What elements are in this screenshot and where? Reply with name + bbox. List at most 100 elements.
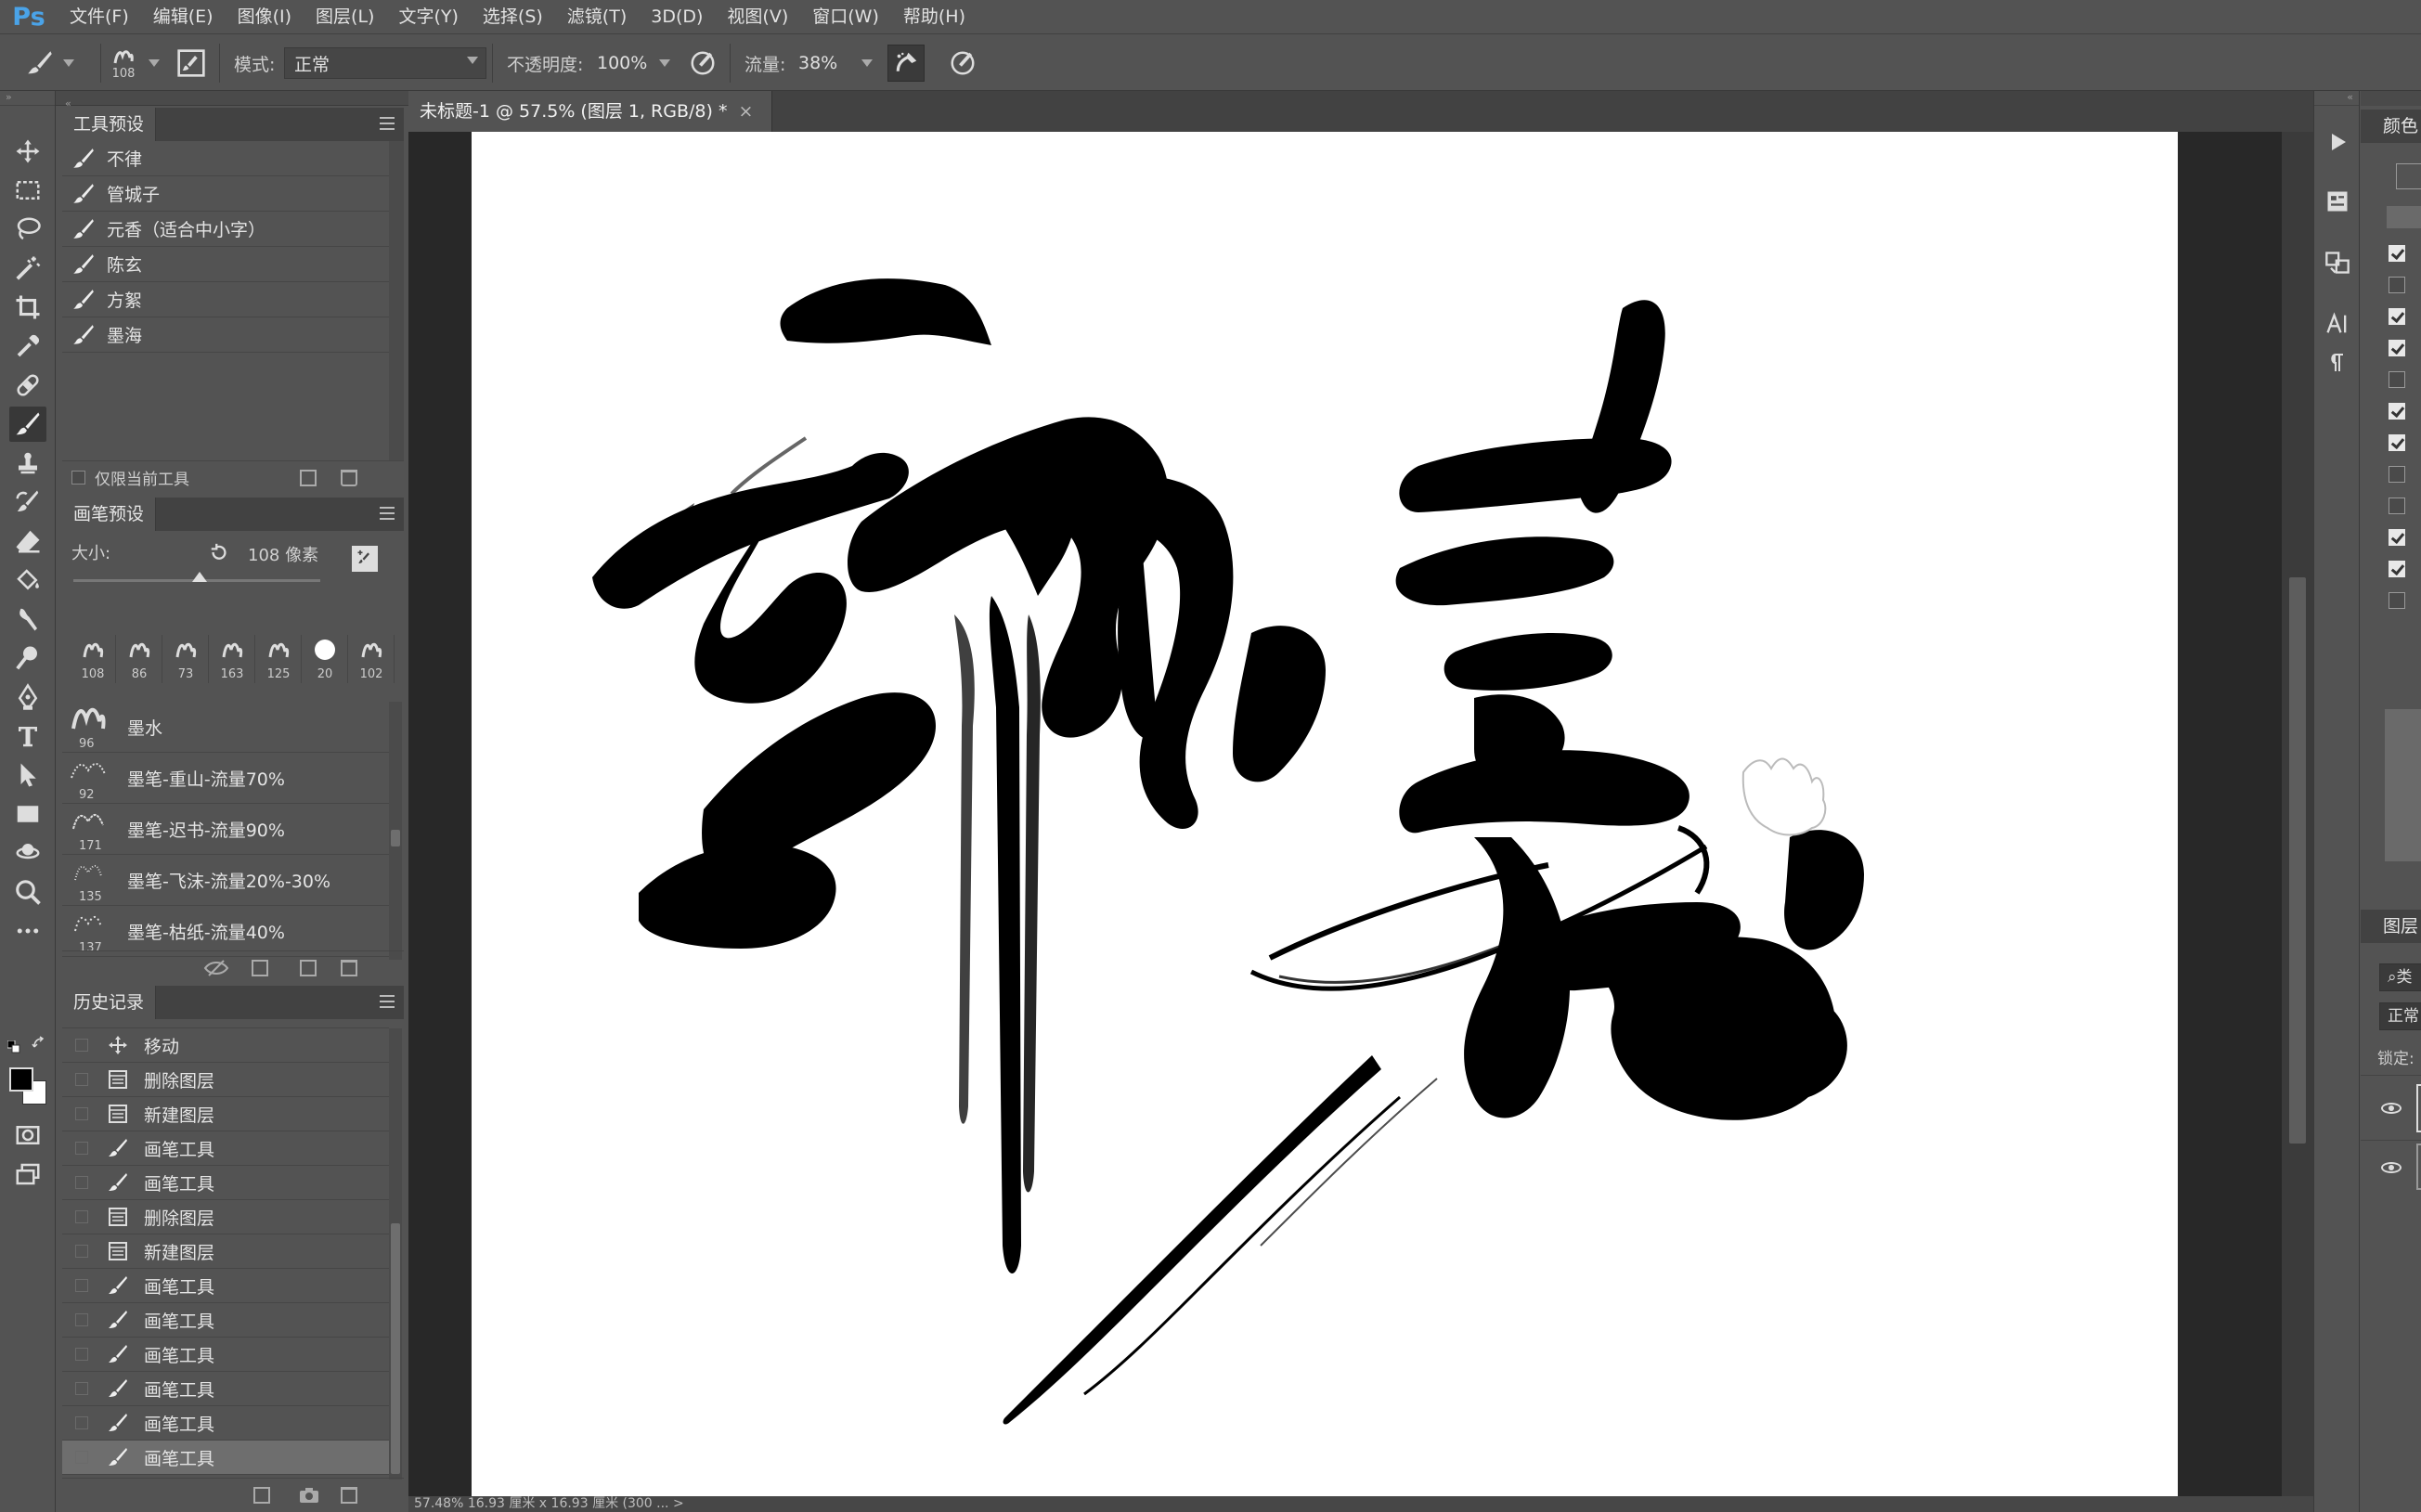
option-checkbox[interactable] bbox=[2389, 371, 2405, 388]
scrollbar-thumb[interactable] bbox=[391, 830, 400, 846]
new-preset-icon[interactable] bbox=[300, 470, 317, 486]
brush-tool[interactable] bbox=[9, 407, 46, 442]
list-item[interactable]: 画笔工具 bbox=[62, 1303, 389, 1338]
list-item[interactable]: 画笔工具 bbox=[62, 1338, 389, 1372]
list-item[interactable]: 96 墨水 bbox=[62, 702, 389, 753]
panel-menu-icon[interactable] bbox=[380, 995, 395, 1008]
scrollbar-thumb[interactable] bbox=[391, 1223, 400, 1474]
list-item[interactable]: 移动 bbox=[62, 1028, 389, 1063]
brush-tip[interactable]: 108 bbox=[70, 635, 116, 683]
brush-tip[interactable]: 73 bbox=[162, 635, 209, 683]
crop-tool[interactable] bbox=[9, 290, 46, 325]
option-checkbox[interactable] bbox=[2389, 434, 2405, 451]
menu-view[interactable]: 视图(V) bbox=[715, 0, 800, 33]
toggle-preview-icon[interactable] bbox=[203, 959, 229, 977]
list-item[interactable]: 元香（适合中小字） bbox=[62, 212, 389, 247]
brush-panel-icon[interactable] bbox=[252, 960, 268, 976]
document-canvas[interactable] bbox=[472, 132, 2178, 1496]
option-checkbox[interactable] bbox=[2389, 592, 2405, 609]
brush-tip[interactable]: 86 bbox=[116, 635, 162, 683]
history-source-checkbox[interactable] bbox=[75, 1039, 88, 1052]
list-item[interactable]: 137 墨笔-枯纸-流量40% bbox=[62, 906, 389, 957]
tool-preset-picker[interactable] bbox=[24, 34, 74, 92]
tab-layers[interactable]: 图层 bbox=[2361, 910, 2421, 943]
menu-image[interactable]: 图像(I) bbox=[226, 0, 304, 33]
blend-mode-select[interactable]: 正常 bbox=[284, 47, 486, 79]
move-tool[interactable] bbox=[9, 134, 46, 169]
option-checkbox[interactable] bbox=[2389, 403, 2405, 420]
list-item[interactable]: 管城子 bbox=[62, 176, 389, 212]
marquee-tool[interactable] bbox=[9, 173, 46, 208]
panel-menu-icon[interactable] bbox=[380, 117, 395, 130]
size-slider-knob[interactable] bbox=[192, 572, 207, 582]
tab-color[interactable]: 颜色 bbox=[2361, 110, 2421, 143]
menu-filter[interactable]: 滤镜(T) bbox=[555, 0, 639, 33]
new-brush-button[interactable] bbox=[352, 546, 378, 572]
layer-blend-mode-select[interactable]: 正常 bbox=[2379, 1002, 2421, 1030]
color-subtab[interactable] bbox=[2387, 206, 2421, 228]
list-item[interactable]: 新建图层 bbox=[62, 1097, 389, 1131]
new-preset-icon[interactable] bbox=[300, 960, 317, 976]
panel-option-box[interactable] bbox=[2396, 163, 2421, 189]
pen-tool[interactable] bbox=[9, 679, 46, 715]
history-source-checkbox[interactable] bbox=[75, 1416, 88, 1429]
dock-collapse-strip[interactable]: « bbox=[56, 91, 408, 110]
menu-layer[interactable]: 图层(L) bbox=[304, 0, 386, 33]
pressure-size-button[interactable] bbox=[949, 34, 977, 92]
quick-mask-button[interactable] bbox=[9, 1118, 46, 1153]
menu-window[interactable]: 窗口(W) bbox=[800, 0, 891, 33]
layer-thumbnail[interactable] bbox=[2416, 1084, 2421, 1132]
history-source-checkbox[interactable] bbox=[75, 1176, 88, 1189]
size-value[interactable]: 108 像素 bbox=[248, 542, 318, 566]
lasso-tool[interactable] bbox=[9, 212, 46, 247]
option-checkbox[interactable] bbox=[2389, 561, 2405, 577]
brush-list-scrollbar[interactable] bbox=[389, 702, 402, 960]
dodge-tool[interactable] bbox=[9, 640, 46, 676]
list-item[interactable]: 92 墨笔-重山-流量70% bbox=[62, 753, 389, 804]
list-item[interactable]: 171 墨笔-迟书-流量90% bbox=[62, 804, 389, 855]
magic-wand-tool[interactable] bbox=[9, 251, 46, 286]
list-item[interactable]: 画笔工具 bbox=[62, 1372, 389, 1406]
history-source-checkbox[interactable] bbox=[75, 1451, 88, 1464]
option-checkbox[interactable] bbox=[2389, 529, 2405, 546]
history-source-checkbox[interactable] bbox=[75, 1313, 88, 1326]
collapse-strip-handle[interactable]: « bbox=[2314, 91, 2359, 106]
foreground-color-swatch[interactable] bbox=[9, 1067, 33, 1092]
option-checkbox[interactable] bbox=[2389, 340, 2405, 356]
trash-icon[interactable] bbox=[341, 470, 357, 486]
properties-panel-button[interactable] bbox=[2322, 186, 2353, 217]
actions-panel-button[interactable] bbox=[2322, 126, 2353, 158]
history-source-checkbox[interactable] bbox=[75, 1279, 88, 1292]
menu-type[interactable]: 文字(Y) bbox=[386, 0, 470, 33]
clone-source-panel-button[interactable] bbox=[2322, 247, 2353, 278]
brush-tip[interactable]: 20 bbox=[302, 635, 348, 683]
type-tool[interactable] bbox=[9, 718, 46, 754]
menu-select[interactable]: 选择(S) bbox=[471, 0, 555, 33]
brush-tip[interactable]: 102 bbox=[348, 635, 395, 683]
list-item[interactable]: 画笔工具 bbox=[62, 1131, 389, 1166]
list-item[interactable]: 画笔工具 bbox=[62, 1269, 389, 1303]
menu-file[interactable]: 文件(F) bbox=[58, 0, 141, 33]
swap-colors-icon[interactable] bbox=[32, 1036, 48, 1053]
scrollbar-thumb[interactable] bbox=[2289, 577, 2306, 1144]
eyedropper-tool[interactable] bbox=[9, 329, 46, 364]
history-source-checkbox[interactable] bbox=[75, 1382, 88, 1395]
edit-toolbar-button[interactable] bbox=[9, 913, 46, 949]
option-checkbox[interactable] bbox=[2389, 466, 2405, 483]
flow-slider-toggle[interactable] bbox=[861, 34, 873, 92]
panel-menu-icon[interactable] bbox=[380, 507, 395, 520]
history-brush-tool[interactable] bbox=[9, 485, 46, 520]
reset-icon[interactable] bbox=[209, 542, 229, 562]
history-source-checkbox[interactable] bbox=[75, 1348, 88, 1361]
option-checkbox[interactable] bbox=[2389, 245, 2405, 262]
brush-tip[interactable]: 163 bbox=[209, 635, 255, 683]
airbrush-button[interactable] bbox=[887, 34, 925, 92]
tab-brush-presets[interactable]: 画笔预设 bbox=[62, 498, 157, 531]
pressure-opacity-button[interactable] bbox=[689, 34, 717, 92]
brush-tip[interactable]: 125 bbox=[255, 635, 302, 683]
3d-rotate-tool[interactable] bbox=[9, 835, 46, 871]
brush-size-picker[interactable]: 108 bbox=[111, 34, 136, 92]
canvas-vertical-scrollbar[interactable] bbox=[2282, 132, 2313, 1496]
zoom-tool[interactable] bbox=[9, 874, 46, 910]
smudge-tool[interactable] bbox=[9, 601, 46, 637]
